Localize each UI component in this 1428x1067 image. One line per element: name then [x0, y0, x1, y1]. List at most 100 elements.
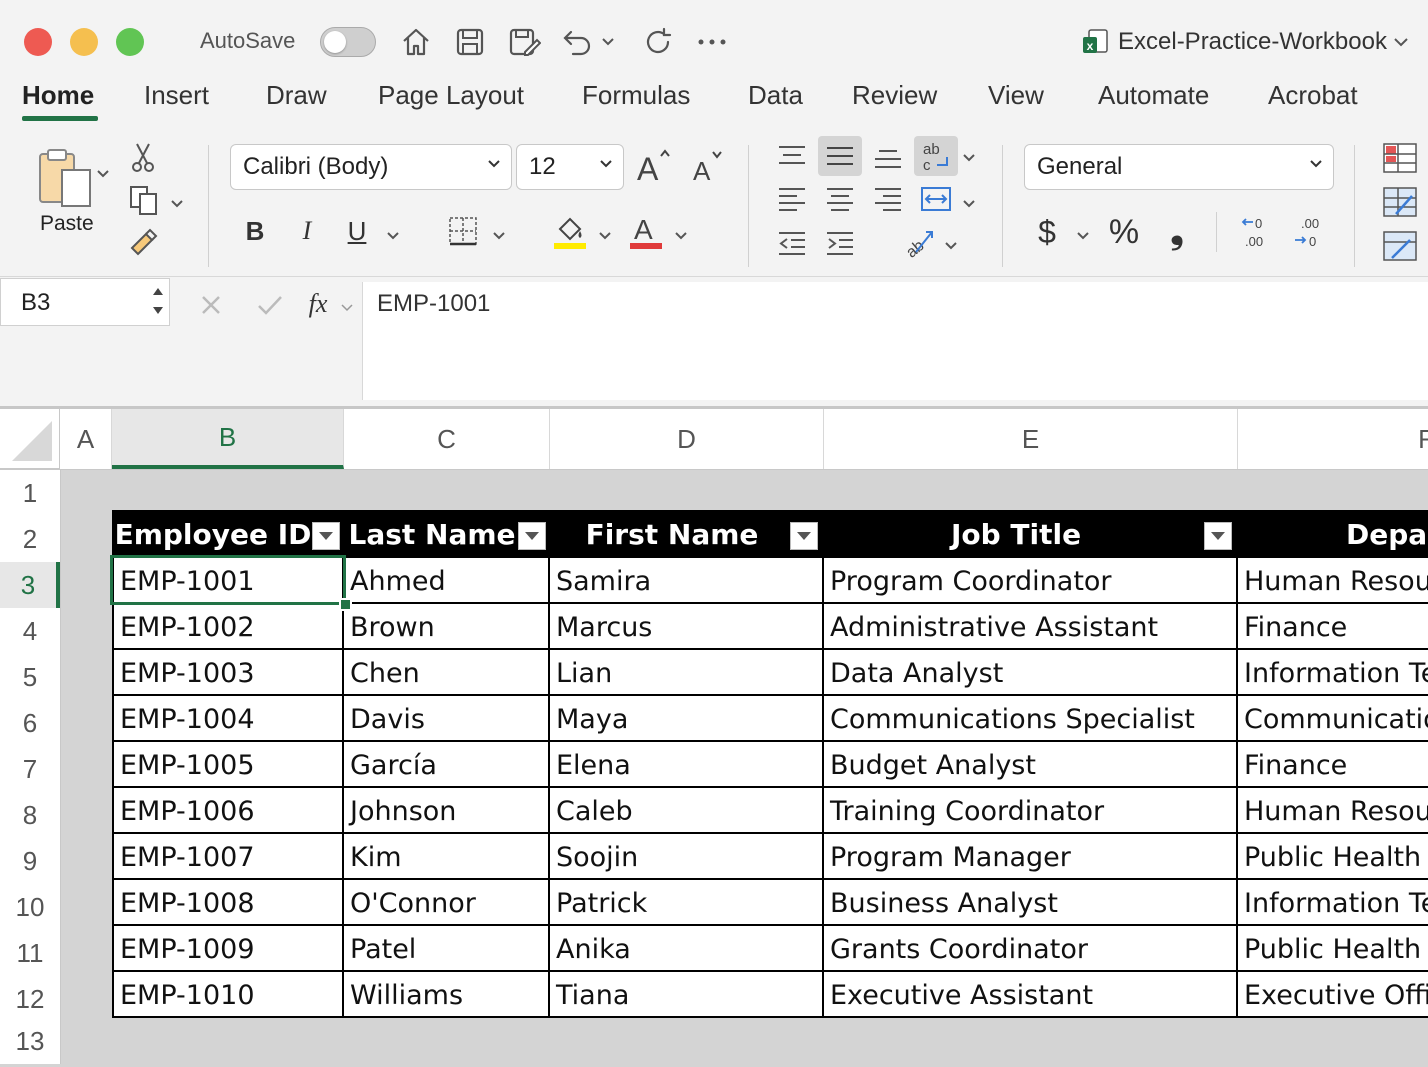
- tab-review[interactable]: Review: [852, 80, 937, 111]
- row-header-2[interactable]: 2: [0, 516, 60, 562]
- copy-icon[interactable]: [124, 182, 164, 220]
- column-header-f[interactable]: F: [1238, 409, 1428, 469]
- table-cell-first-name[interactable]: Elena: [550, 742, 824, 788]
- cancel-entry-icon[interactable]: [196, 288, 226, 322]
- column-header-d[interactable]: D: [550, 409, 824, 469]
- decrease-decimal-icon[interactable]: .00 0: [1290, 212, 1332, 252]
- column-header-a[interactable]: A: [60, 409, 112, 469]
- more-icon[interactable]: [694, 24, 730, 60]
- table-cell-last-name[interactable]: Kim: [344, 834, 550, 880]
- table-cell-last-name[interactable]: Brown: [344, 604, 550, 650]
- number-format-dropdown[interactable]: General: [1024, 144, 1334, 190]
- table-cell-last-name[interactable]: Williams: [344, 972, 550, 1018]
- paste-icon[interactable]: [30, 144, 100, 212]
- merge-dropdown-icon[interactable]: [962, 196, 976, 214]
- filter-dropdown-icon[interactable]: [312, 522, 340, 550]
- table-header-last-name[interactable]: Last Name: [344, 510, 550, 558]
- format-painter-icon[interactable]: [124, 224, 160, 260]
- table-cell-first-name[interactable]: Soojin: [550, 834, 824, 880]
- table-header-department[interactable]: Depar: [1238, 510, 1428, 558]
- tab-view[interactable]: View: [988, 80, 1044, 111]
- tab-insert[interactable]: Insert: [144, 80, 209, 111]
- row-header-1[interactable]: 1: [0, 470, 60, 516]
- table-cell-department[interactable]: Finance: [1238, 742, 1428, 788]
- table-header-first-name[interactable]: First Name: [550, 510, 824, 558]
- row-header-8[interactable]: 8: [0, 792, 60, 838]
- tab-automate[interactable]: Automate: [1098, 80, 1209, 111]
- autosave-toggle[interactable]: [320, 27, 376, 57]
- table-cell-department[interactable]: Public Health: [1238, 926, 1428, 972]
- table-cell-department[interactable]: Human Resou: [1238, 788, 1428, 834]
- tab-acrobat[interactable]: Acrobat: [1268, 80, 1358, 111]
- font-size-dropdown[interactable]: 12: [516, 144, 624, 190]
- cut-icon[interactable]: [126, 140, 160, 174]
- tab-home[interactable]: Home: [22, 80, 94, 111]
- filter-dropdown-icon[interactable]: [518, 522, 546, 550]
- tab-data[interactable]: Data: [748, 80, 803, 111]
- paste-dropdown-icon[interactable]: [96, 166, 110, 184]
- align-top-icon[interactable]: [772, 136, 812, 174]
- home-icon[interactable]: [398, 24, 434, 60]
- column-header-c[interactable]: C: [344, 409, 550, 469]
- table-cell-first-name[interactable]: Samira: [550, 558, 824, 604]
- cell-styles-icon[interactable]: [1380, 228, 1420, 264]
- align-right-icon[interactable]: [868, 182, 908, 216]
- insert-function-icon[interactable]: fx: [300, 284, 336, 324]
- comma-style-button[interactable]: ❟: [1160, 212, 1194, 252]
- table-header-job-title[interactable]: Job Title: [824, 510, 1238, 558]
- align-center-icon[interactable]: [820, 182, 860, 216]
- table-cell-first-name[interactable]: Lian: [550, 650, 824, 696]
- filter-dropdown-icon[interactable]: [1204, 522, 1232, 550]
- italic-button[interactable]: I: [292, 214, 322, 248]
- table-cell-department[interactable]: Public Health: [1238, 834, 1428, 880]
- borders-icon[interactable]: [444, 212, 482, 250]
- row-header-10[interactable]: 10: [0, 884, 60, 930]
- currency-dropdown-icon[interactable]: [1076, 228, 1090, 246]
- table-cell-job-title[interactable]: Data Analyst: [824, 650, 1238, 696]
- table-cell-job-title[interactable]: Grants Coordinator: [824, 926, 1238, 972]
- row-header-11[interactable]: 11: [0, 930, 60, 976]
- decrease-font-size-icon[interactable]: A: [688, 146, 728, 186]
- table-cell-first-name[interactable]: Marcus: [550, 604, 824, 650]
- font-name-dropdown[interactable]: Calibri (Body): [230, 144, 512, 190]
- table-cell-employee-id[interactable]: EMP-1008: [112, 880, 344, 926]
- table-cell-employee-id[interactable]: EMP-1006: [112, 788, 344, 834]
- row-header-6[interactable]: 6: [0, 700, 60, 746]
- name-box[interactable]: B3: [0, 278, 170, 326]
- table-header-employee-id[interactable]: Employee ID: [112, 510, 344, 558]
- table-cell-job-title[interactable]: Training Coordinator: [824, 788, 1238, 834]
- column-header-b[interactable]: B: [112, 409, 344, 469]
- table-cell-job-title[interactable]: Executive Assistant: [824, 972, 1238, 1018]
- table-cell-department[interactable]: Communicatio: [1238, 696, 1428, 742]
- table-cell-employee-id[interactable]: EMP-1010: [112, 972, 344, 1018]
- table-cell-first-name[interactable]: Anika: [550, 926, 824, 972]
- save-as-icon[interactable]: [506, 24, 542, 60]
- fill-color-dropdown-icon[interactable]: [598, 228, 612, 246]
- row-header-4[interactable]: 4: [0, 608, 60, 654]
- increase-indent-icon[interactable]: [820, 226, 860, 260]
- table-cell-first-name[interactable]: Caleb: [550, 788, 824, 834]
- align-middle-icon[interactable]: [818, 136, 862, 176]
- table-cell-first-name[interactable]: Maya: [550, 696, 824, 742]
- table-cell-last-name[interactable]: Patel: [344, 926, 550, 972]
- align-left-icon[interactable]: [772, 182, 812, 216]
- name-box-stepper-icon[interactable]: [151, 283, 165, 319]
- decrease-indent-icon[interactable]: [772, 226, 812, 260]
- tab-formulas[interactable]: Formulas: [582, 80, 690, 111]
- close-window-button[interactable]: [24, 28, 52, 56]
- wrap-text-dropdown-icon[interactable]: [962, 150, 976, 168]
- undo-icon[interactable]: [560, 24, 596, 60]
- table-cell-department[interactable]: Human Resou: [1238, 558, 1428, 604]
- table-cell-first-name[interactable]: Tiana: [550, 972, 824, 1018]
- save-icon[interactable]: [452, 24, 488, 60]
- table-cell-last-name[interactable]: Chen: [344, 650, 550, 696]
- borders-dropdown-icon[interactable]: [492, 228, 506, 246]
- fill-color-icon[interactable]: [550, 210, 590, 252]
- tab-page-layout[interactable]: Page Layout: [378, 80, 524, 111]
- underline-dropdown-icon[interactable]: [386, 228, 400, 246]
- table-cell-job-title[interactable]: Administrative Assistant: [824, 604, 1238, 650]
- orientation-icon[interactable]: ab: [898, 222, 938, 262]
- percent-button[interactable]: %: [1104, 212, 1144, 252]
- underline-button[interactable]: U: [342, 214, 372, 248]
- tab-draw[interactable]: Draw: [266, 80, 327, 111]
